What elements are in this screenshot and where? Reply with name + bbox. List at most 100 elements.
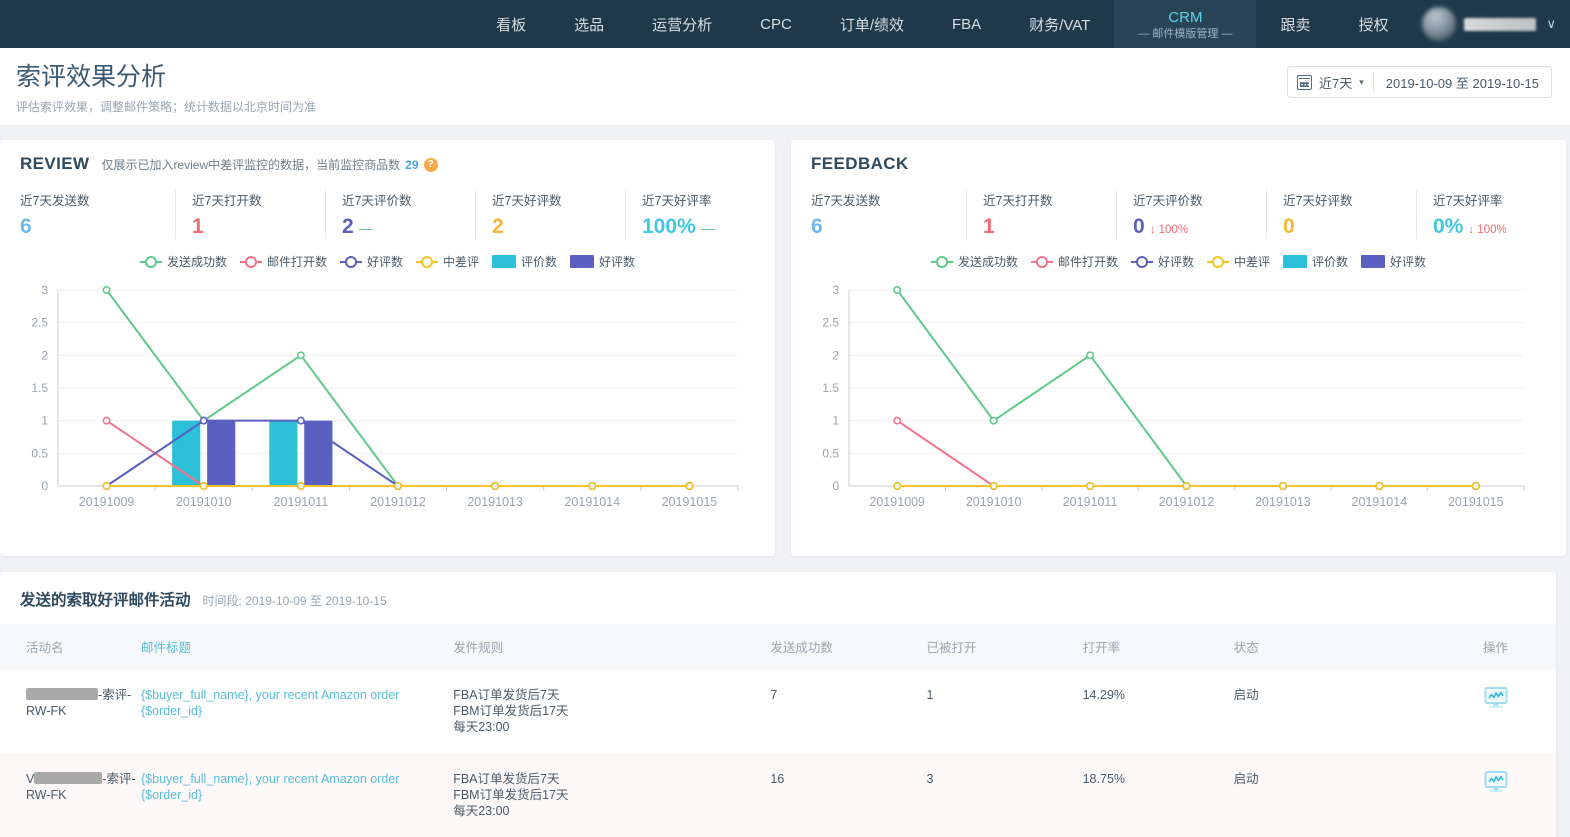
legend-swatch (1361, 255, 1386, 268)
chevron-down-icon[interactable]: ▾ (1359, 77, 1364, 88)
kpi-label: 近7天打开数 (192, 194, 262, 208)
legend-swatch (1130, 260, 1153, 263)
kpi-value: 2— (342, 215, 457, 239)
nav-item--[interactable]: 运营分析 (628, 0, 736, 48)
legend-label: 好评数 (1157, 255, 1194, 269)
svg-text:20191013: 20191013 (1255, 495, 1311, 509)
kpi-trend-indicator: — (700, 220, 715, 236)
svg-text:1: 1 (832, 414, 839, 428)
date-preset-label: 近7天 (1319, 75, 1353, 91)
status-cell: 启动 (1233, 688, 1259, 702)
legend-item-2[interactable]: 好评数 (339, 253, 403, 270)
legend-item-4[interactable]: 评价数 (1283, 253, 1348, 270)
svg-text:3: 3 (832, 283, 839, 297)
page-header: 索评效果分析 评估索评效果，调整邮件策略；统计数据以北京时间为准 近7天 ▾ 2… (0, 48, 1570, 126)
kpi-trend-indicator: — (358, 220, 373, 236)
sent-count-cell: 16 (770, 772, 785, 786)
nav-item-label: FBA (952, 15, 982, 33)
table-header-row: 活动名 邮件标题 发件规则 发送成功数 已被打开 打开率 状态 操作 (0, 624, 1556, 669)
svg-text:2: 2 (832, 348, 839, 362)
table-column-header: 发件规则 (453, 624, 771, 669)
svg-text:0: 0 (41, 479, 48, 493)
table-row[interactable]: -索评-RW-FK {$buyer_full_name}, your recent… (0, 669, 1556, 753)
legend-item-5[interactable]: 好评数 (1361, 253, 1426, 270)
legend-item-0[interactable]: 发送成功数 (930, 253, 1018, 270)
review-chart: 0 0.5 1 1.5 2 2.5 3 20191009 20191010 20191011 201… (0, 276, 775, 516)
campaign-table: 活动名 邮件标题 发件规则 发送成功数 已被打开 打开率 状态 操作 -索评-RW-FK {$b… (0, 624, 1556, 837)
send-rule-cell: FBA订单发货后7天 FBM订单发货后17天 每天23:00 (453, 688, 569, 734)
legend-swatch (1283, 255, 1308, 268)
svg-text:0.5: 0.5 (822, 446, 839, 460)
help-icon[interactable]: ? (423, 157, 438, 172)
kpi-value: 0 ↓ 100% (1133, 215, 1248, 239)
review-kpi-2: 近7天评价数 2— (325, 190, 475, 239)
svg-text:20191014: 20191014 (1352, 495, 1408, 509)
date-preset-selector[interactable]: 近7天 ▾ (1288, 73, 1373, 92)
nav-item-label: 授权 (1358, 16, 1389, 34)
legend-swatch (416, 260, 438, 263)
kpi-value: 1 (983, 215, 1098, 239)
sent-count-cell: 7 (770, 688, 778, 702)
monitor-chart-icon[interactable] (1484, 771, 1508, 793)
email-subject-cell[interactable]: {$buyer_full_name}, your recent Amazon o… (141, 753, 453, 837)
svg-text:2.5: 2.5 (31, 316, 48, 330)
nav-item-sublabel: — 邮件模版管理 — (1138, 28, 1233, 40)
monitored-product-count: 29 (405, 157, 419, 172)
svg-text:20191011: 20191011 (1063, 495, 1118, 509)
legend-item-5[interactable]: 好评数 (570, 253, 635, 270)
nav-item--[interactable]: 选品 (550, 0, 628, 48)
nav-item-label: 订单/绩效 (839, 16, 905, 34)
svg-text:20191013: 20191013 (467, 495, 523, 509)
table-column-header: 活动名 (0, 624, 141, 669)
legend-item-2[interactable]: 好评数 (1130, 253, 1194, 270)
date-range-value[interactable]: 2019-10-09 至 2019-10-15 (1374, 73, 1551, 92)
legend-item-1[interactable]: 邮件打开数 (1030, 253, 1118, 270)
feedback-kpi-3: 近7天好评数 0 (1266, 190, 1416, 239)
feedback-panel-header: FEEDBACK (791, 140, 1566, 174)
nav-item-cpc[interactable]: CPC (736, 0, 816, 48)
review-panel: REVIEW 仅展示已加入review中差评监控的数据，当前监控商品数 29 ?… (0, 140, 775, 556)
nav-item--vat[interactable]: 财务/VAT (1005, 0, 1114, 48)
nav-item--[interactable]: 看板 (472, 0, 550, 48)
legend-label: 中差评 (443, 255, 480, 269)
svg-text:20191015: 20191015 (1448, 495, 1504, 509)
legend-item-0[interactable]: 发送成功数 (139, 253, 227, 270)
campaign-table-header: 发送的索取好评邮件活动 时间段: 2019-10-09 至 2019-10-15 (0, 572, 1556, 624)
nav-item--[interactable]: 订单/绩效 (816, 0, 928, 48)
review-chart-svg: 0 0.5 1 1.5 2 2.5 3 20191009 20191010 20191011 201… (31, 283, 739, 509)
feedback-kpi-0: 近7天发送数 6 (811, 190, 966, 239)
kpi-number: 0 (1133, 215, 1145, 238)
table-column-header: 邮件标题 (140, 624, 454, 669)
date-range-picker[interactable]: 近7天 ▾ 2019-10-09 至 2019-10-15 (1287, 66, 1552, 98)
review-panel-title: REVIEW (20, 154, 90, 173)
kpi-number: 0% (1433, 215, 1464, 238)
svg-text:1.5: 1.5 (31, 381, 48, 395)
page-title: 索评效果分析 (16, 63, 167, 91)
review-kpi-3: 近7天好评数 2 (475, 190, 625, 239)
nav-item-label: 跟卖 (1280, 16, 1311, 34)
review-panel-header: REVIEW 仅展示已加入review中差评监控的数据，当前监控商品数 29 ? (0, 140, 775, 174)
legend-item-1[interactable]: 邮件打开数 (239, 253, 327, 270)
review-note-text: 仅展示已加入review中差评监控的数据，当前监控商品数 (101, 158, 401, 172)
nav-item-label: 选品 (574, 16, 605, 34)
campaign-table-title: 发送的索取好评邮件活动 (20, 592, 191, 609)
feedback-kpi-row: 近7天发送数 6 近7天打开数 1 近7天评价数 0 ↓ 100% 近7天好评数 0 近7天好评率… (791, 174, 1566, 239)
nav-item-fba[interactable]: FBA (928, 0, 1005, 48)
legend-item-4[interactable]: 评价数 (492, 253, 557, 270)
legend-item-3[interactable]: 中差评 (416, 253, 479, 270)
table-column-header: 发送成功数 (770, 624, 927, 669)
legend-item-3[interactable]: 中差评 (1207, 253, 1270, 270)
nav-item--[interactable]: 授权 (1334, 0, 1412, 48)
legend-swatch (339, 260, 362, 263)
table-row[interactable]: V -索评-RW-FK {$buyer_full_name}, your recen… (0, 753, 1556, 837)
nav-item-crm[interactable]: CRM — 邮件模版管理 — (1114, 0, 1257, 48)
email-subject-cell[interactable]: {$buyer_full_name}, your recent Amazon o… (141, 669, 453, 753)
chevron-down-icon[interactable]: ∨ (1546, 16, 1556, 32)
feedback-chart: 0 0.5 1 1.5 2 2.5 3 20191009 20191010 20191011 201… (791, 276, 1566, 516)
user-menu[interactable]: ∨ (1412, 0, 1570, 48)
monitor-chart-icon[interactable] (1484, 687, 1508, 709)
legend-label: 邮件打开数 (1057, 255, 1118, 269)
campaign-table-period: 时间段: 2019-10-09 至 2019-10-15 (203, 592, 387, 609)
svg-text:0.5: 0.5 (31, 446, 48, 460)
nav-item--[interactable]: 跟卖 (1256, 0, 1334, 48)
